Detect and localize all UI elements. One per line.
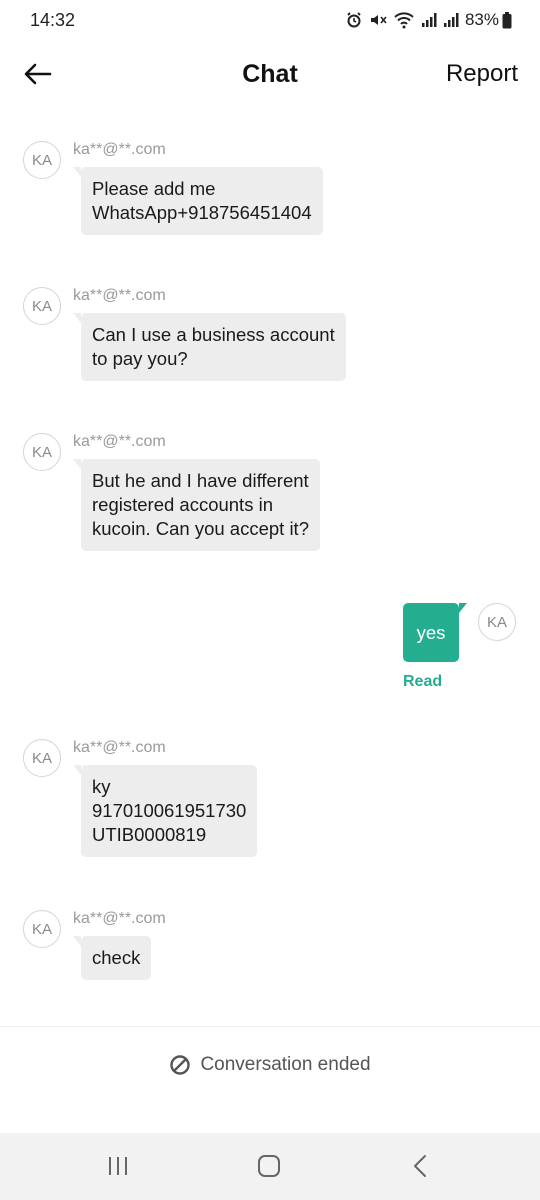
signal-icon bbox=[443, 12, 459, 28]
wifi-icon bbox=[393, 11, 415, 29]
message-bubble: Can I use a business account to pay you? bbox=[73, 313, 346, 381]
sender-email: ka**@**.com bbox=[73, 910, 166, 927]
conversation-ended-banner: Conversation ended bbox=[0, 1054, 540, 1076]
mute-icon bbox=[369, 11, 387, 29]
avatar: KA bbox=[23, 287, 61, 325]
message-bubble: ky 917010061951730 UTIB0000819 bbox=[72, 765, 258, 857]
battery-indicator: 83% bbox=[465, 10, 512, 30]
sender-email: ka**@**.com bbox=[73, 433, 166, 450]
avatar: KA bbox=[478, 603, 516, 641]
recent-apps-button[interactable] bbox=[98, 1151, 138, 1181]
status-time: 14:32 bbox=[30, 10, 76, 30]
home-icon bbox=[258, 1155, 280, 1177]
message-bubble: Please add me WhatsApp+918756451404 bbox=[73, 167, 323, 235]
footer-divider bbox=[0, 1026, 540, 1027]
message-bubble: check bbox=[72, 936, 152, 980]
conversation-ended-label: Conversation ended bbox=[200, 1054, 371, 1075]
avatar: KA bbox=[23, 433, 61, 471]
message-bubble: But he and I have different registered a… bbox=[73, 459, 320, 551]
sender-email: ka**@**.com bbox=[73, 287, 166, 304]
alarm-icon bbox=[345, 11, 363, 29]
sender-email: ka**@**.com bbox=[73, 739, 166, 756]
chat-header: Chat Report bbox=[0, 44, 540, 106]
outgoing-message-bubble: yes bbox=[403, 603, 467, 662]
signal-icon bbox=[421, 12, 437, 28]
status-bar: 14:32 83% bbox=[0, 0, 540, 44]
sender-email: ka**@**.com bbox=[73, 141, 166, 158]
back-icon bbox=[414, 1155, 426, 1177]
home-button[interactable] bbox=[249, 1151, 289, 1181]
report-button[interactable]: Report bbox=[446, 60, 518, 88]
avatar: KA bbox=[23, 141, 61, 179]
system-nav-bar bbox=[0, 1133, 540, 1200]
avatar: KA bbox=[23, 739, 61, 777]
battery-percent: 83% bbox=[464, 10, 499, 29]
avatar: KA bbox=[23, 910, 61, 948]
status-icons: 83% bbox=[345, 10, 512, 30]
nav-back-button[interactable] bbox=[400, 1151, 440, 1181]
battery-icon bbox=[502, 11, 512, 29]
recent-apps-icon bbox=[109, 1157, 127, 1175]
prohibited-icon bbox=[170, 1055, 191, 1075]
read-status: Read bbox=[403, 673, 443, 690]
